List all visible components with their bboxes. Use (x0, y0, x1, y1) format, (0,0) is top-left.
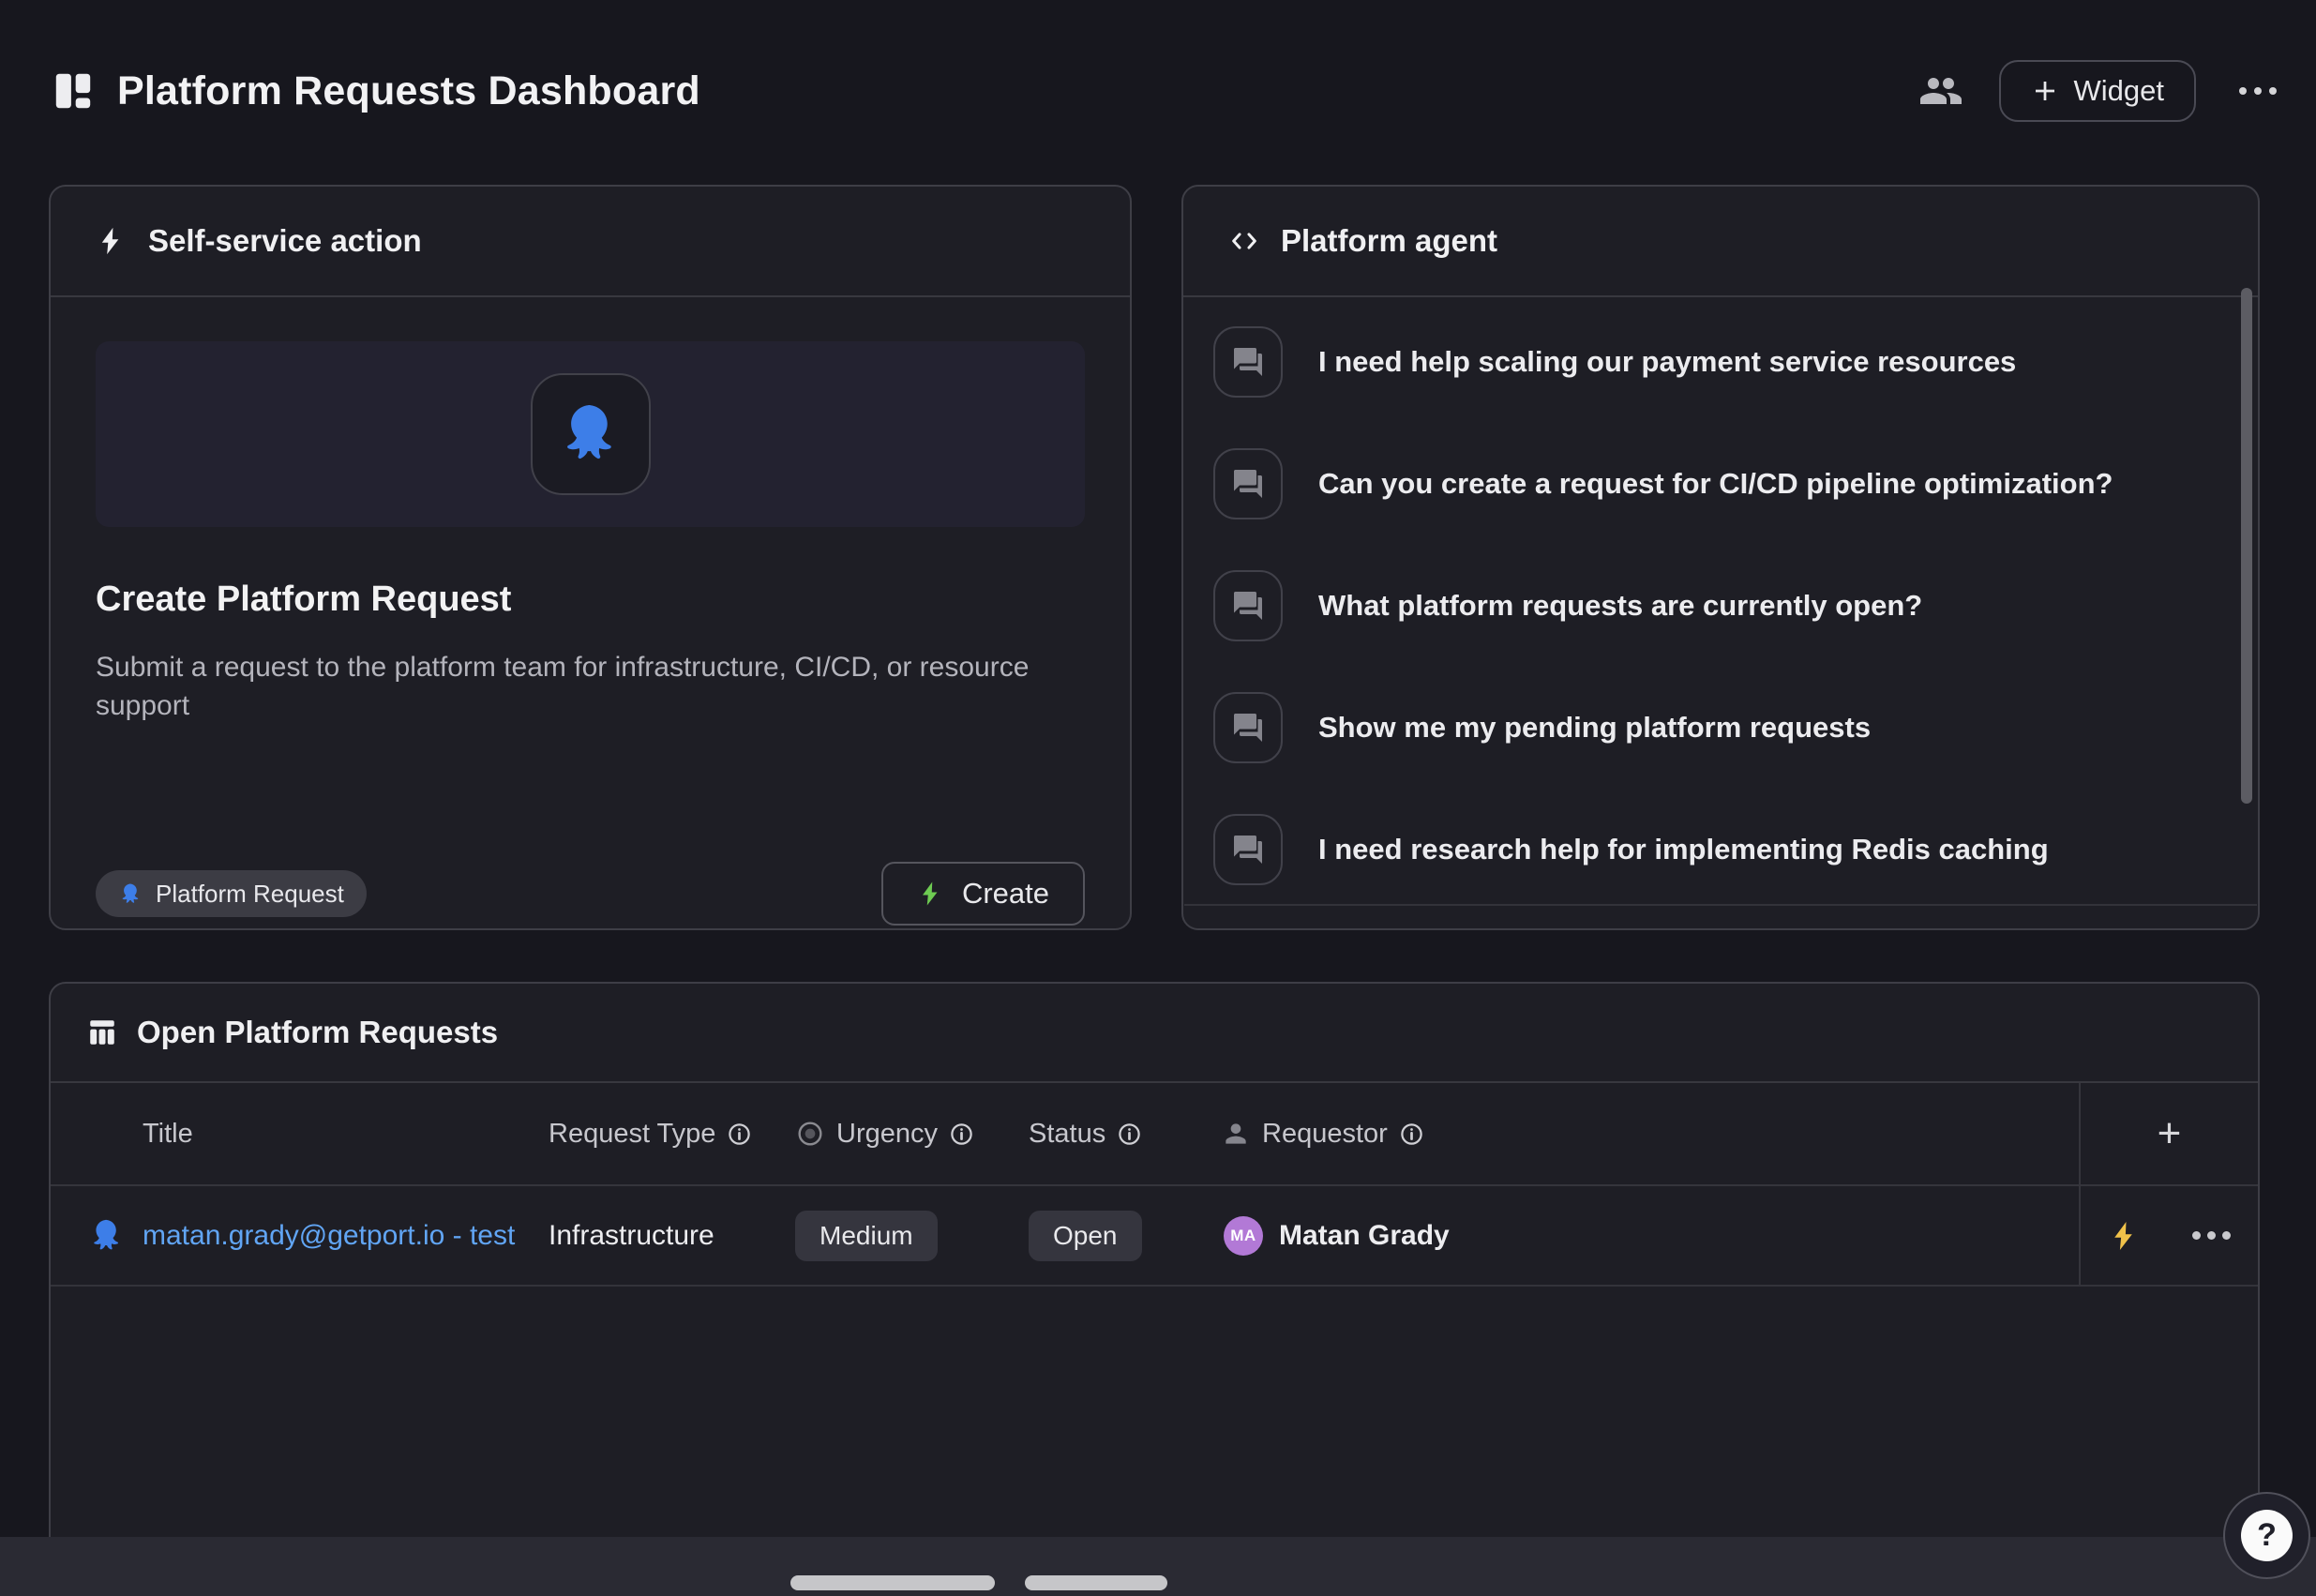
cell-urgency: Medium (795, 1186, 938, 1285)
status-badge: Open (1029, 1211, 1142, 1261)
open-requests-card-title: Open Platform Requests (137, 1015, 498, 1050)
column-label: Request Type (549, 1119, 715, 1150)
agent-suggestion[interactable]: What platform requests are currently ope… (1213, 570, 2220, 641)
action-title: Create Platform Request (96, 580, 1085, 620)
platform-request-chip-label: Platform Request (156, 880, 344, 909)
open-requests-card: Open Platform Requests Title Request Typ… (49, 982, 2260, 1557)
column-header-status[interactable]: Status (1029, 1083, 1142, 1184)
add-widget-button[interactable]: Widget (1999, 60, 2196, 122)
platform-agent-card-title: Platform agent (1281, 223, 1497, 259)
agent-suggestion[interactable]: Can you create a request for CI/CD pipel… (1213, 448, 2220, 519)
dashboard-page: Platform Requests Dashboard Widget Self-… (0, 0, 2316, 1596)
column-label: Title (143, 1119, 193, 1150)
agent-suggestion-text: Can you create a request for CI/CD pipel… (1318, 467, 2113, 501)
page-header: Platform Requests Dashboard Widget (52, 39, 2277, 143)
create-button[interactable]: Create (881, 862, 1085, 926)
platform-request-chip: Platform Request (96, 870, 367, 917)
chat-bubble-icon (1213, 326, 1283, 398)
create-button-label: Create (962, 877, 1049, 911)
table-row[interactable]: matan.grady@getport.io - test Infrastruc… (51, 1186, 2258, 1287)
column-header-requestor[interactable]: Requestor (1221, 1083, 1424, 1184)
table-icon (86, 1016, 118, 1048)
platform-agent-card-header: Platform agent (1183, 187, 2258, 297)
info-icon[interactable] (1117, 1122, 1142, 1147)
action-description: Submit a request to the platform team fo… (96, 648, 1033, 726)
ellipsis-icon (2239, 87, 2247, 95)
column-header-request-type[interactable]: Request Type (549, 1083, 752, 1184)
scrollbar-thumb[interactable] (2241, 288, 2252, 804)
requestor-avatar: MA (1224, 1216, 1263, 1256)
column-label: Requestor (1262, 1119, 1388, 1150)
info-icon[interactable] (1399, 1122, 1424, 1147)
agent-card-divider (1184, 904, 2257, 906)
row-actions (2079, 1186, 2260, 1285)
self-service-body: Create Platform Request Submit a request… (51, 341, 1130, 972)
row-menu-button[interactable] (2192, 1231, 2231, 1240)
agent-suggestion-text: I need research help for implementing Re… (1318, 833, 2049, 866)
column-label: Status (1029, 1119, 1105, 1150)
agent-suggestion[interactable]: Show me my pending platform requests (1213, 692, 2220, 763)
horizontal-scrollbar-strip (0, 1537, 2316, 1596)
agent-scrollbar[interactable] (2241, 288, 2252, 900)
horizontal-scrollbar-thumb[interactable] (1025, 1575, 1167, 1590)
column-header-urgency[interactable]: Urgency (795, 1083, 974, 1184)
viewers-icon[interactable] (1918, 68, 1963, 113)
radio-icon (795, 1119, 825, 1149)
agent-suggestion-text: I need help scaling our payment service … (1318, 345, 2016, 379)
chat-bubble-icon (1213, 692, 1283, 763)
octopus-icon (87, 1186, 127, 1285)
self-service-card-title: Self-service action (148, 223, 422, 259)
add-widget-label: Widget (2074, 74, 2164, 108)
lightning-icon (96, 225, 128, 257)
self-service-card: Self-service action Create Platform Requ… (49, 185, 1132, 930)
person-icon (1221, 1119, 1251, 1149)
platform-agent-card: Platform agent I need help scaling our p… (1181, 185, 2260, 930)
column-header-title[interactable]: Title (143, 1083, 193, 1184)
run-action-lightning-icon[interactable] (2108, 1219, 2142, 1253)
requestor-name: Matan Grady (1279, 1220, 1450, 1252)
code-icon (1228, 225, 1260, 257)
dashboard-icon (52, 69, 95, 113)
cell-request-type: Infrastructure (549, 1186, 714, 1285)
action-logo-tile (531, 373, 651, 495)
chat-bubble-icon (1213, 570, 1283, 641)
info-icon[interactable] (949, 1122, 974, 1147)
urgency-badge: Medium (795, 1211, 938, 1261)
help-button[interactable]: ? (2223, 1492, 2310, 1579)
action-logo-panel (96, 341, 1085, 527)
horizontal-scrollbar-thumb[interactable] (790, 1575, 995, 1590)
open-requests-card-header: Open Platform Requests (51, 984, 2258, 1083)
agent-suggestion-text: What platform requests are currently ope… (1318, 589, 1922, 623)
agent-suggestion-text: Show me my pending platform requests (1318, 711, 1871, 745)
plus-icon (2031, 77, 2059, 105)
column-label: Urgency (836, 1119, 938, 1150)
agent-suggestion-list: I need help scaling our payment service … (1183, 297, 2258, 885)
page-title: Platform Requests Dashboard (117, 68, 700, 114)
octopus-icon (555, 399, 626, 470)
cell-status: Open (1029, 1186, 1142, 1285)
table-column-header-row: Title Request Type Urgency Status Reques… (51, 1083, 2258, 1186)
self-service-card-header: Self-service action (51, 187, 1130, 297)
request-type-value: Infrastructure (549, 1220, 714, 1252)
octopus-icon (118, 881, 143, 907)
question-mark-icon: ? (2241, 1510, 2293, 1561)
add-column-button[interactable]: + (2079, 1083, 2260, 1184)
chat-bubble-icon (1213, 814, 1283, 885)
info-icon[interactable] (727, 1122, 752, 1147)
agent-suggestion[interactable]: I need help scaling our payment service … (1213, 326, 2220, 398)
chat-bubble-icon (1213, 448, 1283, 519)
lightning-icon (917, 880, 945, 908)
cell-requestor: MA Matan Grady (1224, 1186, 1450, 1285)
self-service-footer: Platform Request Create (96, 862, 1085, 926)
agent-suggestion[interactable]: I need research help for implementing Re… (1213, 814, 2220, 885)
cell-title: matan.grady@getport.io - test (143, 1186, 515, 1285)
request-title-link[interactable]: matan.grady@getport.io - test (143, 1220, 515, 1252)
page-menu-button[interactable] (2239, 87, 2277, 95)
